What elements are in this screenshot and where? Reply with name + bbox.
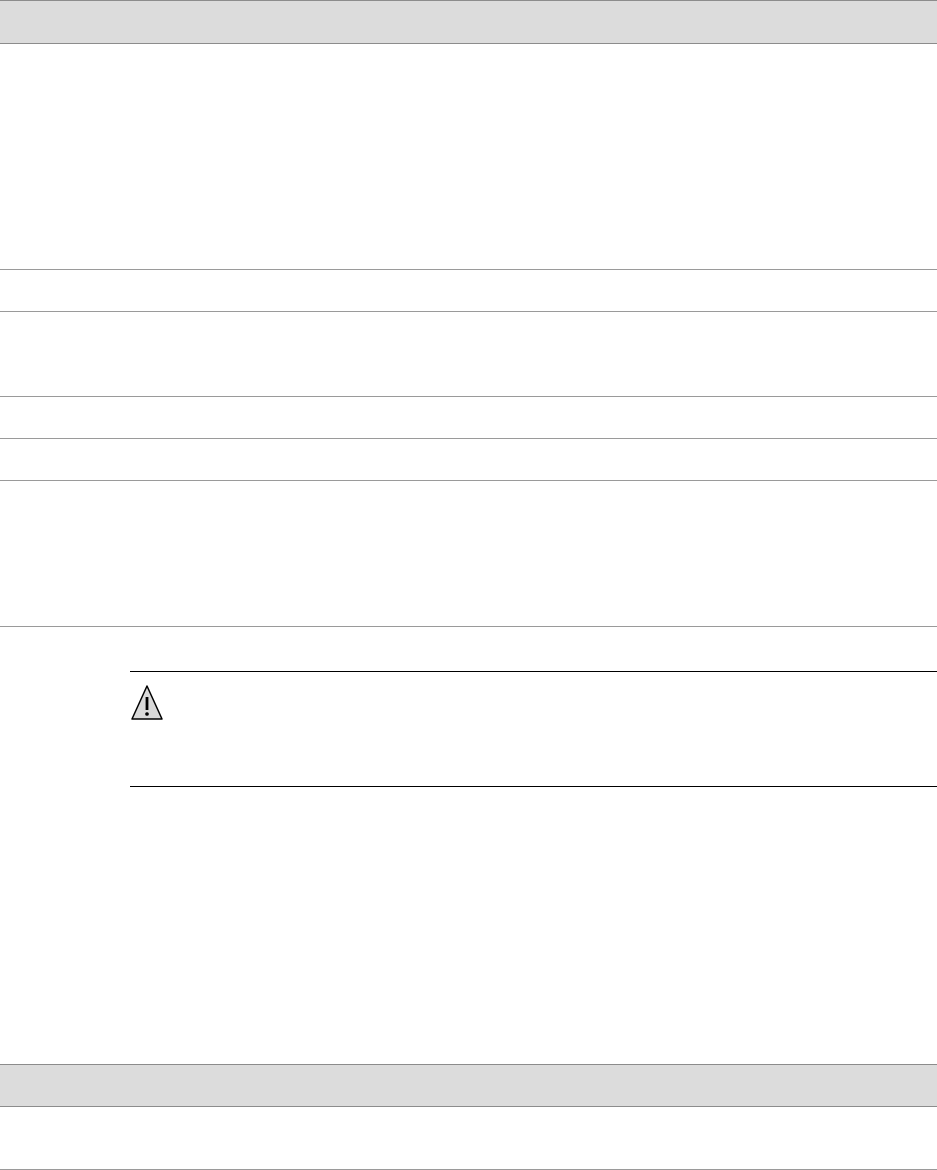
table-row-divider xyxy=(0,396,937,397)
caution-bottom-rule xyxy=(130,786,937,787)
table-row-divider xyxy=(0,480,937,481)
table-row-divider xyxy=(0,311,937,312)
table-header-band xyxy=(0,0,937,44)
table-row-divider xyxy=(0,438,937,439)
warning-triangle-icon xyxy=(130,684,164,722)
table-row-divider xyxy=(0,269,937,270)
caution-top-rule xyxy=(130,671,937,672)
table-header-band xyxy=(0,1064,937,1107)
table-row-divider xyxy=(0,626,937,627)
